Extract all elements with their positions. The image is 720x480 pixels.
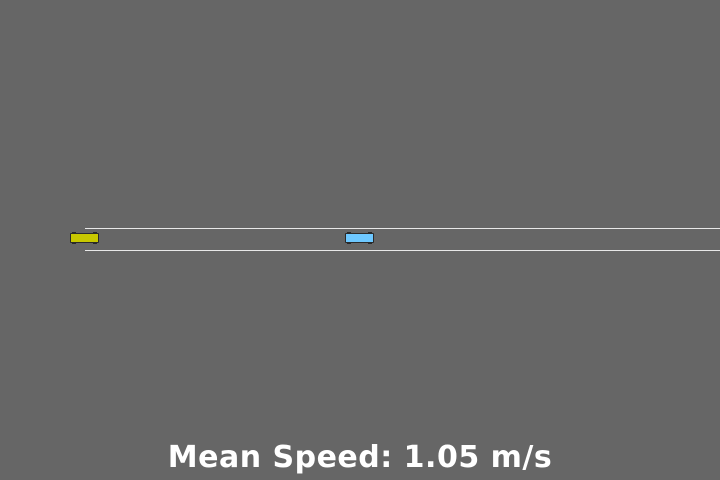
wheel-icon bbox=[347, 242, 351, 244]
lane-boundary-bottom bbox=[85, 250, 720, 251]
vehicle-blue bbox=[345, 232, 374, 244]
wheel-icon bbox=[368, 232, 372, 234]
wheel-icon bbox=[93, 242, 97, 244]
wheel-icon bbox=[72, 242, 76, 244]
wheel-icon bbox=[93, 232, 97, 234]
wheel-icon bbox=[368, 242, 372, 244]
vehicle-yellow bbox=[70, 232, 99, 244]
simulation-canvas: Mean Speed: 1.05 m/s bbox=[0, 0, 720, 480]
wheel-icon bbox=[72, 232, 76, 234]
lane-boundary-top bbox=[85, 228, 720, 229]
wheel-icon bbox=[347, 232, 351, 234]
mean-speed-readout: Mean Speed: 1.05 m/s bbox=[167, 440, 553, 475]
